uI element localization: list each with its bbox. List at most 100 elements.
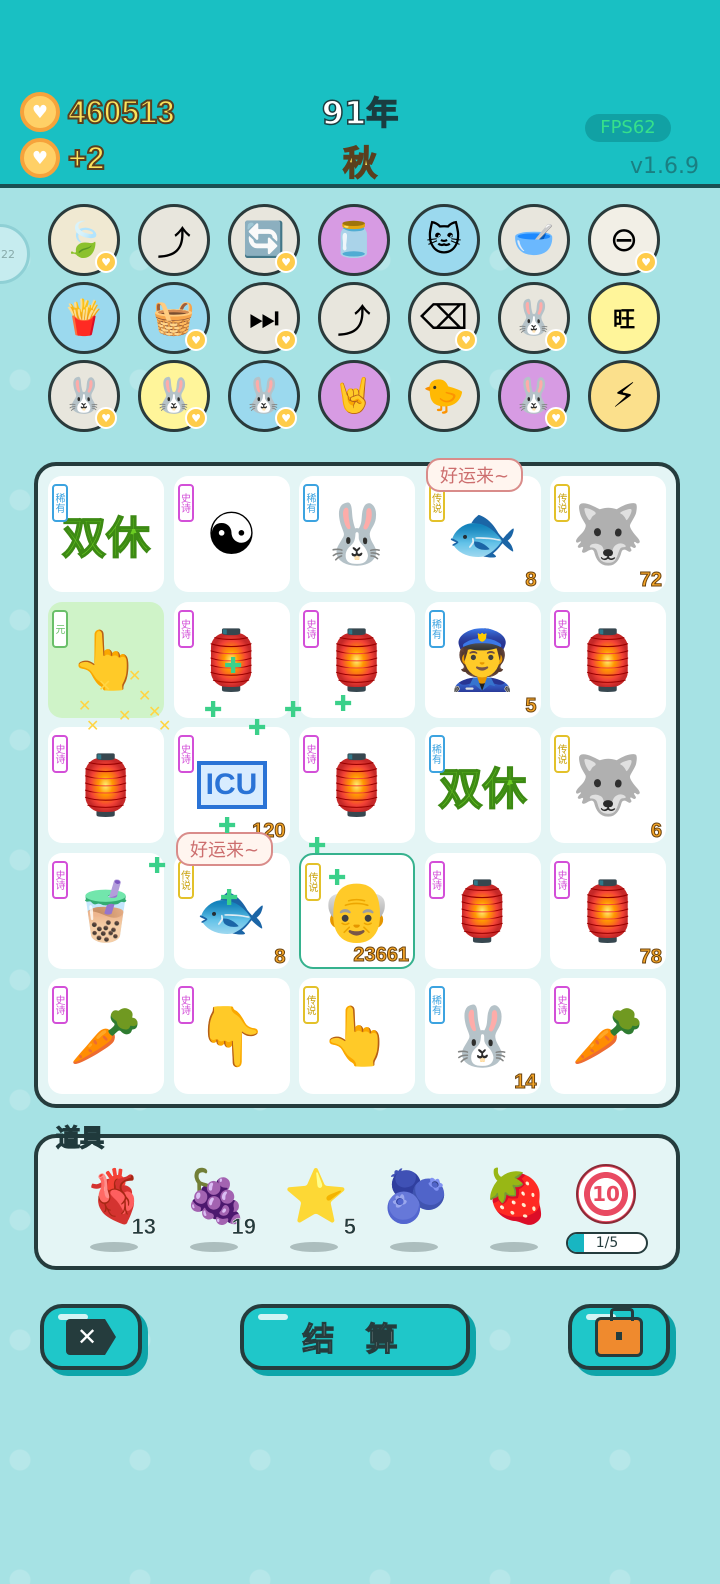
gold-sparkle-icon: ✕: [86, 716, 100, 735]
rarity-tag: 史诗: [554, 860, 570, 899]
carrot-icon: 🥕: [69, 1002, 143, 1070]
skill-upgrade-arrow-2[interactable]: ⤴: [318, 282, 390, 354]
heart-icon: ♥: [185, 407, 207, 429]
rarity-tag: 稀有: [428, 609, 445, 648]
board-cell-bubble-tea[interactable]: 史诗 🧋: [48, 852, 164, 969]
upgrade-arrow-2-icon: ⤴: [337, 301, 371, 342]
heart-icon: ♥: [455, 329, 477, 351]
skill-rabbit-4[interactable]: 🐰 ♥: [228, 360, 300, 432]
heart-icon: ♥: [635, 251, 657, 273]
item-shadow: [90, 1242, 138, 1252]
blueberry-icon: 🫐: [383, 1167, 449, 1227]
board-cell-husky-king[interactable]: 传说 🐺 72: [550, 476, 666, 592]
board-cell-husky-king[interactable]: 传说 🐺 6: [550, 727, 666, 843]
board-cell-carrot[interactable]: 史诗 🥕: [550, 978, 666, 1094]
item-star[interactable]: ⭐ 5: [276, 1166, 356, 1256]
skill-rabbit-3[interactable]: 🐰 ♥: [138, 360, 210, 432]
minus-icon: ⊖: [609, 220, 639, 260]
board-cell-golden-finger[interactable]: 传说 👆: [299, 978, 415, 1094]
double-rest-text: 双休: [61, 512, 151, 565]
rarity-tag: 史诗: [177, 484, 194, 522]
item-blueberry[interactable]: 🫐: [376, 1166, 456, 1256]
sparkle-icon: ✚: [334, 692, 353, 717]
sparkle-icon: ✚: [204, 698, 223, 723]
pet-bowl-icon: 🥣: [512, 220, 556, 260]
rarity-tag: 史诗: [554, 986, 570, 1024]
rarity-tag: 史诗: [52, 986, 68, 1024]
gold-sparkle-icon: ✕: [118, 706, 132, 725]
rarity-tag: 史诗: [177, 735, 194, 773]
heart-icon: ♥: [545, 329, 567, 351]
version-label: v1.6.9: [630, 154, 699, 179]
item-shadow: [490, 1242, 538, 1252]
cancel-button[interactable]: ✕: [40, 1304, 142, 1370]
skill-pet-bowl[interactable]: 🥣: [498, 204, 570, 276]
skill-leaf[interactable]: 🍃 ♥: [48, 204, 120, 276]
husky-king-icon: 🐺: [571, 751, 645, 819]
board-cell-rabbit-house[interactable]: 史诗 🏮: [299, 601, 415, 718]
item-target[interactable]: 10 1/5: [566, 1164, 648, 1254]
board-cell-rabbit-house[interactable]: 史诗 🏮 78: [550, 852, 666, 969]
skill-fries[interactable]: 🍟: [48, 282, 120, 354]
skill-cat[interactable]: 🐱: [408, 204, 480, 276]
board-cell-rabbit[interactable]: 稀有 🐰 14: [424, 978, 541, 1094]
sparkle-icon: ✚: [218, 814, 237, 839]
rarity-tag: 史诗: [554, 609, 570, 648]
rarity-tag: 稀有: [428, 986, 445, 1024]
strawberry-icon: 🍓: [483, 1167, 549, 1227]
upgrade-arrow-icon: ⤴: [157, 223, 191, 264]
skill-minus[interactable]: ⊖ ♥: [588, 204, 660, 276]
carrot-icon: 🥕: [571, 1002, 645, 1070]
skill-skip[interactable]: ⏭ ♥: [228, 282, 300, 354]
board-cell-rabbit-house[interactable]: 史诗 🏮: [299, 727, 415, 843]
board-cell-rabbit[interactable]: 稀有 🐰: [299, 476, 415, 592]
skill-fruit-basket[interactable]: 🧺 ♥: [138, 282, 210, 354]
rarity-tag: 史诗: [428, 860, 445, 899]
rarity-tag: 稀有: [428, 735, 445, 773]
heart-icon: ♥: [95, 251, 117, 273]
skill-wang[interactable]: 旺: [588, 282, 660, 354]
fps-badge: FPS62: [585, 114, 671, 142]
item-liver[interactable]: 🫀 13: [76, 1166, 156, 1256]
gold-sparkle-icon: ✕: [98, 676, 112, 695]
board-cell-silver-finger[interactable]: 史诗 👇: [173, 978, 290, 1094]
bag-button[interactable]: [568, 1304, 670, 1370]
skill-delete[interactable]: ⌫ ♥: [408, 282, 480, 354]
board-cell-rabbit-house[interactable]: 史诗 🏮: [424, 852, 541, 969]
rarity-tag: 史诗: [177, 609, 194, 648]
cell-count: 8: [525, 569, 537, 592]
board-cell-double-rest[interactable]: 稀有 双休: [48, 476, 164, 592]
settle-button[interactable]: 结 算: [240, 1304, 470, 1370]
board-cell-double-rest[interactable]: 稀有 双休: [424, 727, 541, 843]
board-cell-police[interactable]: 稀有 👮 5: [424, 601, 541, 718]
skill-rabbit[interactable]: 🐰 ♥: [498, 282, 570, 354]
board-cell-rabbit-house[interactable]: 史诗 🏮: [550, 601, 666, 718]
skill-refresh[interactable]: 🔄 ♥: [228, 204, 300, 276]
skill-chick[interactable]: 🐤: [408, 360, 480, 432]
gold-sparkle-icon: ✕: [128, 666, 142, 685]
board-cell-old-man[interactable]: 传说 👴 23661: [299, 852, 415, 969]
skip-icon: ⏭: [248, 298, 280, 338]
skill-rabbit-5[interactable]: 🐰 ♥: [498, 360, 570, 432]
rarity-tag: 传说: [303, 986, 319, 1024]
icu-sign: ICU: [196, 761, 267, 809]
delete-x-icon: ✕: [66, 1319, 116, 1355]
rock-hand-icon: 🤘: [332, 376, 376, 416]
item-strawberry[interactable]: 🍓: [476, 1166, 556, 1256]
item-shadow: [390, 1242, 438, 1252]
skill-rock-hand[interactable]: 🤘: [318, 360, 390, 432]
heart-icon: ♥: [545, 407, 567, 429]
golden-finger-icon: 👆: [320, 1002, 394, 1070]
skill-upgrade-arrow[interactable]: ⤴: [138, 204, 210, 276]
board-cell-rabbit-house[interactable]: 史诗 🏮: [48, 727, 164, 843]
board-cell-carrot[interactable]: 史诗 🥕: [48, 978, 164, 1094]
item-waxberry[interactable]: 🍇 19: [176, 1166, 256, 1256]
skill-rabbit-2[interactable]: 🐰 ♥: [48, 360, 120, 432]
board-cell-koi[interactable]: 传说 🐟 8: [424, 476, 541, 592]
side-badge[interactable]: 22: [0, 224, 30, 284]
skill-jar[interactable]: 🫙: [318, 204, 390, 276]
skill-lightning[interactable]: ⚡: [588, 360, 660, 432]
item-shadow: [290, 1242, 338, 1252]
rarity-tag: 元: [52, 609, 68, 648]
board-cell-bagua[interactable]: 史诗 ☯: [173, 476, 290, 592]
